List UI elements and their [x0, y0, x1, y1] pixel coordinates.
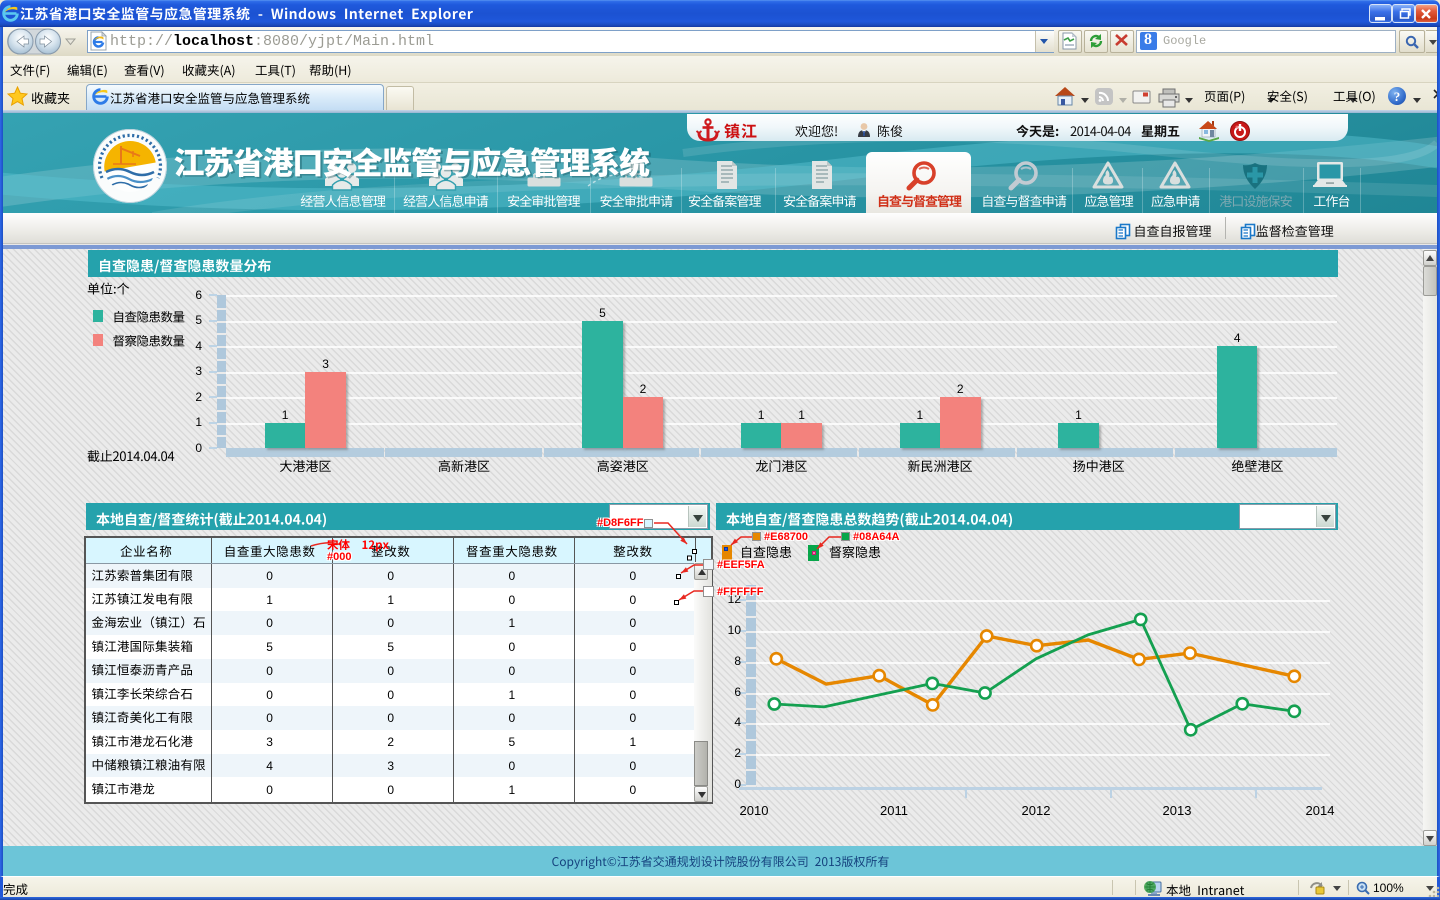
svg-text:?: ? — [1394, 89, 1401, 104]
